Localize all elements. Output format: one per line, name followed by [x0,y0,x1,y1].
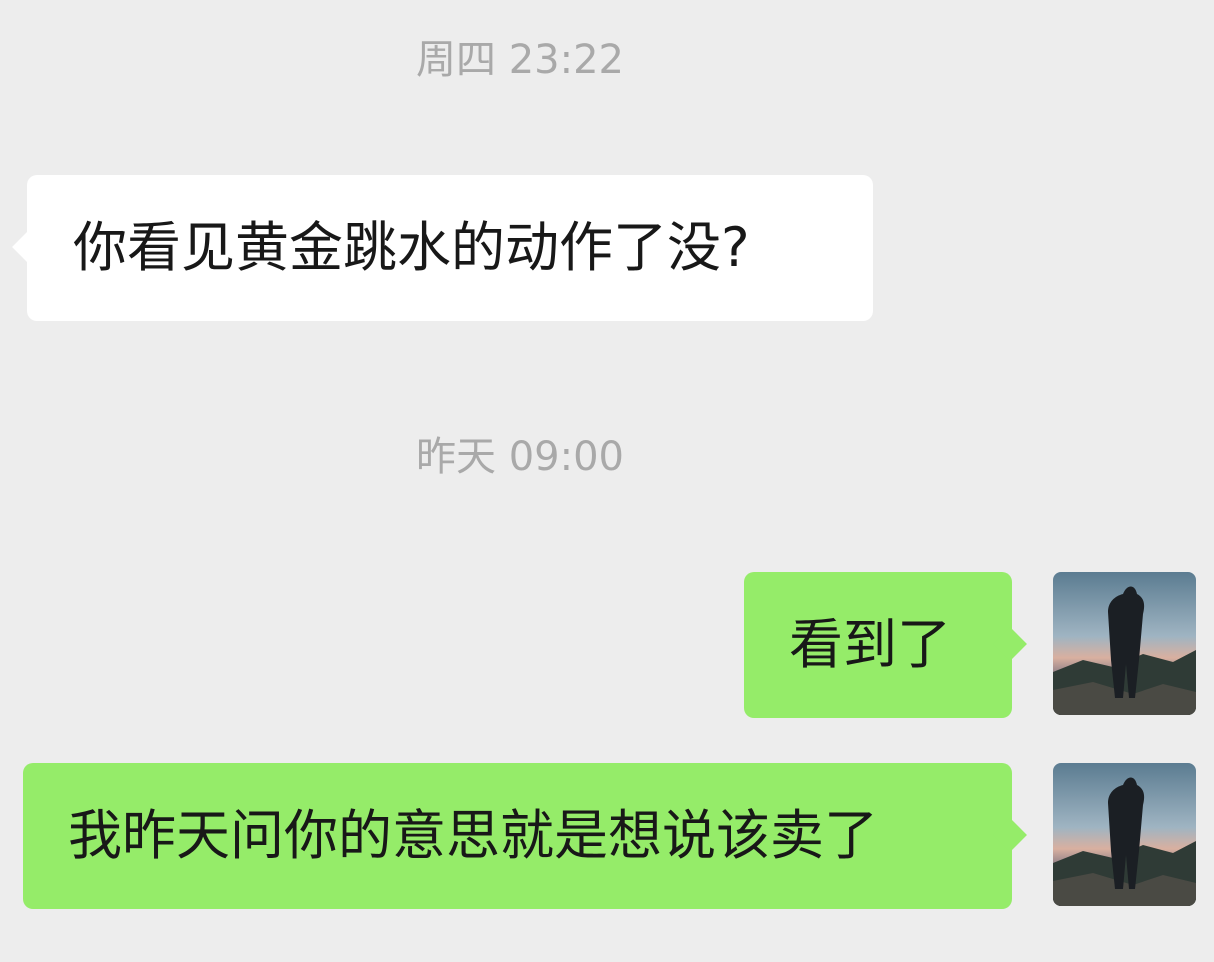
message-text: 你看见黄金跳水的动作了没? [73,216,750,279]
user-avatar-image[interactable] [1053,572,1196,715]
bubble-tail [993,627,1027,661]
timestamp: 昨天 09:00 [416,434,624,480]
outgoing-message-bubble[interactable]: 我昨天问你的意思就是想说该卖了 [23,763,1027,909]
timestamp: 周四 23:22 [416,37,624,83]
bubble-tail [12,230,46,264]
user-avatar-image[interactable] [1053,763,1196,906]
outgoing-message-bubble[interactable]: 看到了 [744,572,1027,718]
avatar-picture [1053,572,1196,715]
bubble-tail [993,818,1027,852]
message-text: 看到了 [789,613,951,676]
avatar-picture [1053,763,1196,906]
incoming-message-bubble[interactable]: 你看见黄金跳水的动作了没? [12,175,873,321]
message-text: 我昨天问你的意思就是想说该卖了 [68,804,878,867]
